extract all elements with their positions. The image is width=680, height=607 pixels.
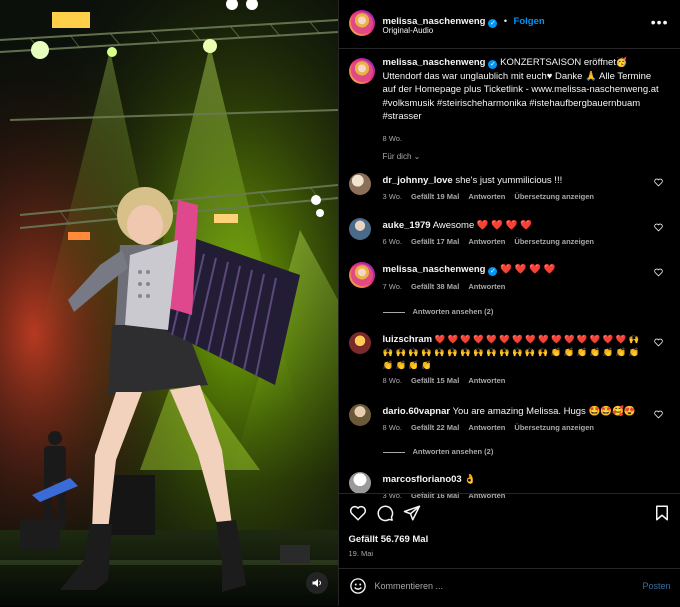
comment-item: melissa_naschenweng✓ ❤️ ❤️ ❤️ ❤️ 7 Wo. Ge… xyxy=(349,262,671,320)
replies-divider xyxy=(383,312,405,313)
concert-scene xyxy=(0,0,338,606)
comment-body: melissa_naschenweng✓ ❤️ ❤️ ❤️ ❤️ xyxy=(383,263,645,277)
comment-input[interactable] xyxy=(375,577,605,595)
view-replies-button[interactable]: Antworten ansehen (2) xyxy=(383,307,503,316)
comment-item: luizschram ❤️ ❤️ ❤️ ❤️ ❤️ ❤️ ❤️ ❤️ ❤️ ❤️… xyxy=(349,332,671,392)
comment-item: dr_johnny_love she's just yummilicious !… xyxy=(349,173,671,207)
comment-username[interactable]: auke_1979 xyxy=(383,220,431,231)
replies-divider xyxy=(383,452,405,453)
post-video[interactable] xyxy=(0,0,338,606)
heart-outline-icon[interactable] xyxy=(654,223,663,232)
bookmark-icon[interactable] xyxy=(653,504,671,522)
comment-meta: 3 Wo. Gefällt 19 Mal Antworten Übersetzung … xyxy=(383,192,604,201)
view-replies-button[interactable]: Antworten ansehen (2) xyxy=(383,447,503,456)
commenter-avatar[interactable] xyxy=(349,262,375,288)
heart-outline-icon[interactable] xyxy=(654,410,663,419)
chevron-down-icon: ⌄ xyxy=(414,152,421,161)
translate-button[interactable]: Übersetzung anzeigen xyxy=(514,237,594,246)
heart-outline-icon[interactable] xyxy=(654,178,663,187)
comment-icon[interactable] xyxy=(376,504,394,522)
post-header: melissa_naschenweng✓ • Folgen Original-A… xyxy=(339,0,680,49)
for-you-dropdown[interactable]: Für dich ⌄ xyxy=(383,152,421,161)
divider xyxy=(339,568,680,569)
comments-list[interactable]: melissa_naschenweng✓ KONZERTSAISON eröff… xyxy=(339,48,680,502)
comment-text: 👌 xyxy=(464,474,476,485)
caption-body: melissa_naschenweng✓ KONZERTSAISON eröff… xyxy=(383,56,665,124)
reply-button[interactable]: Antworten xyxy=(468,192,505,201)
for-you-label: Für dich xyxy=(383,152,412,161)
separator-dot: • xyxy=(504,16,507,26)
comment-likes[interactable]: Gefällt 22 Mal xyxy=(411,423,459,432)
comment-age: 8 Wo. xyxy=(383,376,402,385)
verified-badge-icon: ✓ xyxy=(488,19,497,28)
view-replies-label: Antworten ansehen (2) xyxy=(413,307,494,316)
speaker-icon xyxy=(311,577,323,589)
emoji-icon[interactable] xyxy=(349,577,367,595)
verified-badge-icon: ✓ xyxy=(488,267,497,276)
comment-body: dr_johnny_love she's just yummilicious !… xyxy=(383,174,645,188)
comment-text: ❤️ ❤️ ❤️ ❤️ xyxy=(500,264,555,275)
comment-meta: 7 Wo. Gefällt 38 Mal Antworten xyxy=(383,282,515,291)
likes-count[interactable]: Gefällt 56.769 Mal xyxy=(349,534,429,545)
reply-button[interactable]: Antworten xyxy=(468,237,505,246)
paper-plane-icon[interactable] xyxy=(403,504,421,522)
commenter-avatar[interactable] xyxy=(349,173,371,195)
post-date: 19. Mai xyxy=(349,549,374,558)
verified-badge-icon: ✓ xyxy=(488,60,497,69)
comment-text: she's just yummilicious !!! xyxy=(455,175,562,186)
comment-username[interactable]: luizschram xyxy=(383,334,433,345)
heart-outline-icon[interactable] xyxy=(654,338,663,347)
avatar[interactable] xyxy=(349,10,375,36)
reply-button[interactable]: Antworten xyxy=(468,376,505,385)
caption-avatar[interactable] xyxy=(349,58,375,84)
comment-body: luizschram ❤️ ❤️ ❤️ ❤️ ❤️ ❤️ ❤️ ❤️ ❤️ ❤️… xyxy=(383,333,651,372)
commenter-avatar[interactable] xyxy=(349,218,371,240)
comment-meta: 8 Wo. Gefällt 15 Mal Antworten xyxy=(383,376,515,385)
comment-likes[interactable]: Gefällt 38 Mal xyxy=(411,282,459,291)
comment-text: You are amazing Melissa. Hugs 🤩🤩🥰😍 xyxy=(453,406,636,417)
comment-likes[interactable]: Gefällt 17 Mal xyxy=(411,237,459,246)
post-side-panel: melissa_naschenweng✓ • Folgen Original-A… xyxy=(338,0,680,606)
comment-likes[interactable]: Gefällt 19 Mal xyxy=(411,192,459,201)
commenter-avatar[interactable] xyxy=(349,332,371,354)
translate-button[interactable]: Übersetzung anzeigen xyxy=(514,423,594,432)
translate-button[interactable]: Übersetzung anzeigen xyxy=(514,192,594,201)
comment-meta: 6 Wo. Gefällt 17 Mal Antworten Übersetzung … xyxy=(383,237,604,246)
comment-age: 8 Wo. xyxy=(383,423,402,432)
comment-username[interactable]: marcosfloriano03 xyxy=(383,474,462,485)
comment-age: 6 Wo. xyxy=(383,237,402,246)
comment-username[interactable]: melissa_naschenweng xyxy=(383,264,486,275)
reply-button[interactable]: Antworten xyxy=(468,282,505,291)
reply-button[interactable]: Antworten xyxy=(468,423,505,432)
comment-meta: 8 Wo. Gefällt 22 Mal Antworten Übersetzung … xyxy=(383,423,604,432)
caption-age: 8 Wo. xyxy=(383,134,402,143)
heart-outline-icon[interactable] xyxy=(349,504,367,522)
instagram-post-modal: melissa_naschenweng✓ • Folgen Original-A… xyxy=(0,0,680,606)
post-button[interactable]: Posten xyxy=(642,581,670,591)
comment-username[interactable]: dario.60vapnar xyxy=(383,406,451,417)
comment-item: dario.60vapnar You are amazing Melissa. … xyxy=(349,404,671,464)
more-options-icon[interactable]: ••• xyxy=(651,14,669,30)
caption-username[interactable]: melissa_naschenweng xyxy=(383,57,486,68)
comment-body: dario.60vapnar You are amazing Melissa. … xyxy=(383,405,651,419)
comment-username[interactable]: dr_johnny_love xyxy=(383,175,453,186)
comment-body: auke_1979 Awesome ❤️ ❤️ ❤️ ❤️ xyxy=(383,219,645,233)
commenter-avatar[interactable] xyxy=(349,404,371,426)
comment-likes[interactable]: Gefällt 15 Mal xyxy=(411,376,459,385)
comment-text: Awesome ❤️ ❤️ ❤️ ❤️ xyxy=(433,220,532,231)
comment-age: 3 Wo. xyxy=(383,192,402,201)
mute-button[interactable] xyxy=(306,572,328,594)
comment-item: auke_1979 Awesome ❤️ ❤️ ❤️ ❤️ 6 Wo. Gefäl… xyxy=(349,218,671,252)
comment-age: 7 Wo. xyxy=(383,282,402,291)
comment-body: marcosfloriano03 👌 xyxy=(383,473,645,487)
view-replies-label: Antworten ansehen (2) xyxy=(413,447,494,456)
heart-outline-icon[interactable] xyxy=(654,268,663,277)
post-footer: Gefällt 56.769 Mal 19. Mai Posten xyxy=(339,493,680,607)
audio-label[interactable]: Original-Audio xyxy=(383,26,434,35)
commenter-avatar[interactable] xyxy=(349,472,371,494)
follow-button[interactable]: Folgen xyxy=(514,16,545,27)
